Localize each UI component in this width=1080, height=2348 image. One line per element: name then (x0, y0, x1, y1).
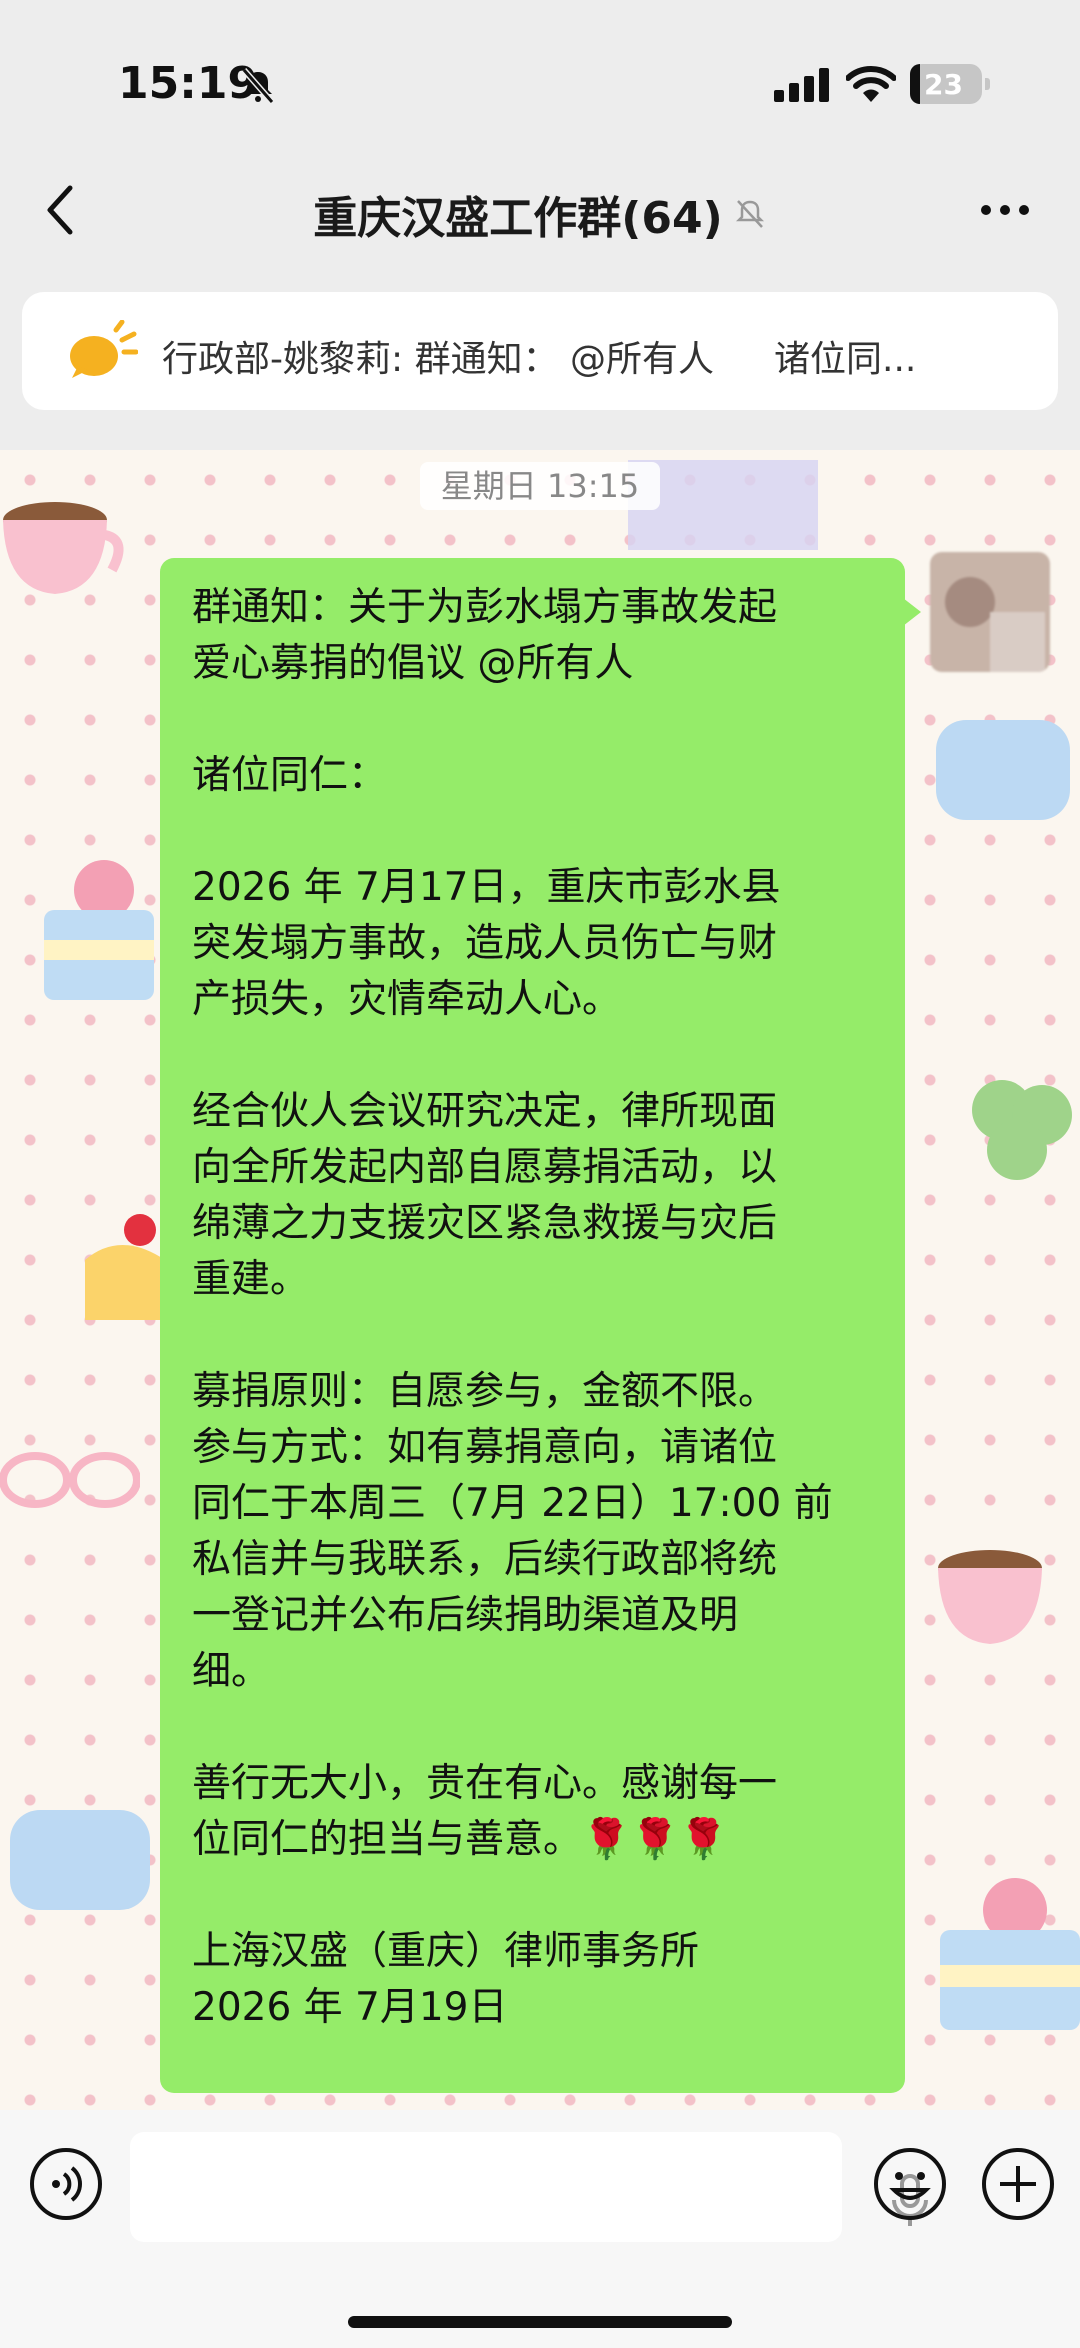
sender-avatar[interactable] (930, 552, 1050, 672)
message-line: 位同仁的担当与善意。🌹🌹🌹 (192, 1817, 728, 1862)
notice-text-tail: 诸位同... (774, 339, 917, 380)
more-options-icon[interactable] (978, 190, 1032, 230)
message-blank-line (192, 1700, 882, 1756)
cake-sticker-icon-2 (940, 1878, 1080, 2030)
message-line: 私信并与我联系，后续行政部将统 (192, 1537, 778, 1582)
message-line: 重建。 (192, 1257, 310, 1302)
message-line: 同仁于本周三（7月 22日）17:00 前 (192, 1481, 833, 1526)
message-line: 经合伙人会议研究决定，律所现面 (192, 1089, 778, 1134)
emoji-icon[interactable] (872, 2146, 948, 2222)
chat-title-bar: 重庆汉盛工作群(64) (0, 182, 1080, 246)
message-line: 一登记并公布后续捐助渠道及明 (192, 1593, 739, 1638)
cellular-signal-icon (774, 68, 829, 102)
message-blank-line (192, 1028, 882, 1084)
bell-mute-icon (241, 68, 275, 104)
message-line: 细。 (192, 1649, 271, 1694)
muted-bell-icon (735, 200, 764, 228)
battery-level: 23 (924, 68, 963, 101)
clover-sticker-icon (972, 1080, 1072, 1180)
ribbon-bow-sticker-icon (0, 1452, 140, 1508)
message-line: 参与方式：如有募捐意向，请诸位 (192, 1425, 778, 1470)
message-line: 募捐原则：自愿参与，金额不限。 (192, 1369, 778, 1414)
message-line: 产损失，灾情牵动人心。 (192, 977, 622, 1022)
message-timestamp: 星期日 13:15 (420, 462, 660, 510)
message-line: 绵薄之力支援灾区紧急救援与灾后 (192, 1201, 778, 1246)
message-blank-line (192, 804, 882, 860)
pudding-sticker-icon (85, 1214, 165, 1320)
message-blank-line (192, 1868, 882, 1924)
message-line: 向全所发起内部自愿募捐活动，以 (192, 1145, 778, 1190)
dream-pillow-sticker-icon (936, 720, 1070, 820)
notice-text: 行政部-姚黎莉: 群通知： @所有人 诸位同... (162, 330, 916, 382)
chat-message-area[interactable]: 星期日 13:15 群通知：关于为彭水塌方事故发起 爱心募捐的倡议 @所有人 诸位同… (0, 450, 1080, 2110)
add-attachment-icon[interactable] (980, 2146, 1056, 2222)
message-line: 善行无大小，贵在有心。感谢每一 (192, 1761, 778, 1806)
message-bubble[interactable]: 群通知：关于为彭水塌方事故发起 爱心募捐的倡议 @所有人 诸位同仁： 2026 年 7… (160, 558, 921, 2093)
message-line: 突发塌方事故，造成人员伤亡与财 (192, 921, 778, 966)
dream-pillow-sticker-icon-2 (10, 1810, 150, 1910)
message-text: 群通知：关于为彭水塌方事故发起 爱心募捐的倡议 @所有人 诸位同仁： 2026 年 7… (192, 580, 882, 2036)
message-blank-line (192, 1308, 882, 1364)
voice-input-icon[interactable] (28, 2146, 104, 2222)
cake-sticker-icon (44, 860, 154, 1000)
message-line: 诸位同仁： (192, 753, 388, 798)
message-input-field[interactable] (130, 2132, 928, 2242)
message-line: 上海汉盛（重庆）律师事务所 (192, 1929, 700, 1974)
home-indicator (348, 2316, 732, 2328)
group-title: 重庆汉盛工作群(64) (313, 193, 723, 244)
message-line: 爱心募捐的倡议 @所有人 (192, 641, 634, 686)
battery-indicator: 23 (910, 64, 990, 104)
tea-cup-sticker-icon (3, 502, 124, 594)
wifi-icon (846, 66, 896, 102)
status-bar: 15:19 23 (0, 0, 1080, 170)
input-bar (0, 2110, 1080, 2348)
group-notice-banner[interactable]: 行政部-姚黎莉: 群通知： @所有人 诸位同... (22, 292, 1058, 410)
notice-text-head: 行政部-姚黎莉: 群通知： @所有人 (162, 339, 715, 380)
message-line: 2026 年 7月17日，重庆市彭水县 (192, 865, 781, 910)
message-line: 2026 年 7月19日 (192, 1985, 508, 2030)
tea-cup-sticker-icon-2 (938, 1550, 1042, 1644)
message-blank-line (192, 692, 882, 748)
announcement-megaphone-icon (70, 320, 138, 378)
message-line: 群通知：关于为彭水塌方事故发起 (192, 585, 778, 630)
